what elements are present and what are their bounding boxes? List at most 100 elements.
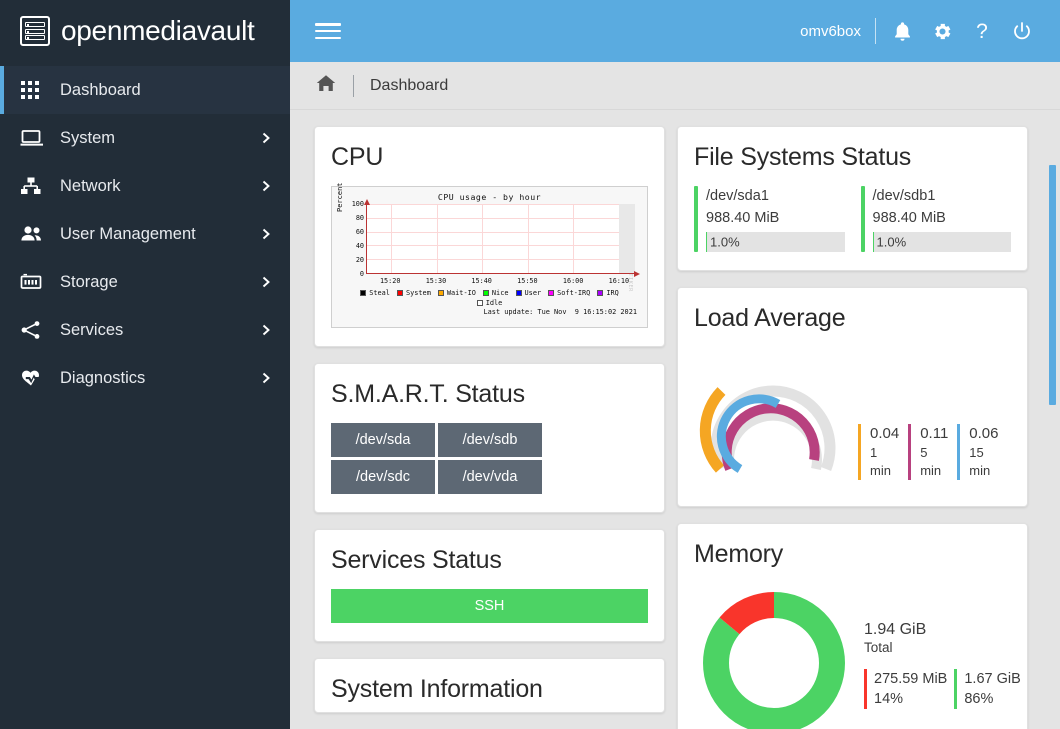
load-label: 15 min (969, 444, 1002, 479)
storage-drive-icon (20, 270, 46, 294)
sidebar-item-label: System (60, 129, 260, 148)
server-rack-icon (20, 16, 50, 46)
sidebar-item-label: Dashboard (60, 81, 272, 100)
memory-total-value: 1.94 GiB (864, 621, 1028, 639)
memory-widget-title: Memory (694, 540, 1011, 569)
smart-device-chip[interactable]: /dev/sdc (331, 460, 435, 494)
filesystem-body: /dev/sdb1 988.40 MiB 1.0% (873, 186, 1012, 252)
y-tick: 40 (356, 242, 364, 250)
chart-plot-area: Percent RRDTOOL / TOBI OETIKER 100 80 60… (366, 204, 635, 274)
legend-item: Wait-IO (438, 289, 476, 297)
grid-apps-icon (20, 78, 46, 102)
smart-device-chip[interactable]: /dev/sdb (438, 423, 542, 457)
y-tick: 20 (356, 256, 364, 264)
notifications-bell-icon[interactable] (882, 11, 922, 51)
filesystem-usage-bar: 1.0% (706, 232, 845, 252)
memory-widget: Memory 1.94 GiB (677, 523, 1028, 729)
current-user-label: omv6box (800, 23, 861, 40)
hamburger-menu-icon[interactable] (315, 20, 341, 42)
main-area: omv6box ? (290, 0, 1060, 729)
scrollbar-thumb[interactable] (1049, 165, 1056, 405)
sidebar-item-dashboard[interactable]: Dashboard (0, 66, 290, 114)
filesystem-size: 988.40 MiB (873, 208, 1012, 230)
load-label: 1 min (870, 444, 899, 479)
home-icon[interactable] (315, 72, 337, 99)
settings-gear-icon[interactable] (922, 11, 962, 51)
help-question-icon[interactable]: ? (962, 11, 1002, 51)
dashboard-content: CPU CPU usage - by hour Percent RRDTOOL … (290, 110, 1060, 729)
legend-item: Nice (483, 289, 509, 297)
content-scrollbar[interactable] (1048, 110, 1057, 729)
smart-device-list: /dev/sda /dev/sdb /dev/sdc /dev/vda (331, 423, 648, 494)
chart-gridlines (366, 204, 635, 274)
status-accent-bar (694, 186, 698, 252)
legend-item: IRQ (597, 289, 618, 297)
chevron-right-icon (260, 180, 272, 192)
memory-percent: 14% (874, 689, 947, 709)
chart-last-update: Last update: Tue Nov 9 16:15:02 2021 (332, 307, 647, 316)
smart-device-chip[interactable]: /dev/sda (331, 423, 435, 457)
load-average-entry: 0.04 1 min (858, 424, 908, 479)
chevron-right-icon (260, 132, 272, 144)
share-nodes-icon (20, 318, 46, 342)
chevron-right-icon (260, 276, 272, 288)
y-tick: 0 (360, 270, 364, 278)
legend-label: User (525, 289, 542, 297)
memory-legend: 275.59 MiB 14% 1.67 GiB 86% (864, 669, 1028, 710)
y-tick: 80 (356, 214, 364, 222)
x-tick: 15:30 (426, 277, 446, 285)
memory-value: 275.59 MiB (874, 669, 947, 689)
memory-details: 1.94 GiB Total 275.59 MiB 14% 1.67 GiB (864, 621, 1028, 710)
load-average-widget-title: Load Average (694, 304, 1011, 333)
breadcrumb-current: Dashboard (370, 77, 448, 95)
cpu-usage-chart: CPU usage - by hour Percent RRDTOOL / TO… (331, 186, 648, 328)
sidebar-item-system[interactable]: System (0, 114, 290, 162)
filesystem-device: /dev/sda1 (706, 186, 845, 208)
chevron-right-icon (260, 324, 272, 336)
legend-label: IRQ (606, 289, 618, 297)
smart-device-chip[interactable]: /dev/vda (438, 460, 542, 494)
filesystem-usage-label: 1.0% (877, 234, 907, 249)
brand-name: openmediavault (61, 15, 255, 47)
sidebar-item-storage[interactable]: Storage (0, 258, 290, 306)
x-tick: 15:50 (517, 277, 537, 285)
filesystem-list: /dev/sda1 988.40 MiB 1.0% (694, 186, 1011, 252)
cpu-widget-title: CPU (331, 143, 648, 172)
service-chip-ssh[interactable]: SSH (331, 589, 648, 623)
x-tick: 15:40 (471, 277, 491, 285)
status-accent-bar (861, 186, 865, 252)
smart-widget-title: S.M.A.R.T. Status (331, 380, 648, 409)
sidebar-item-user-management[interactable]: User Management (0, 210, 290, 258)
memory-entry-free: 1.67 GiB 86% (954, 669, 1027, 710)
filesystem-item[interactable]: /dev/sdb1 988.40 MiB 1.0% (861, 186, 1012, 252)
breadcrumb: Dashboard (290, 62, 1060, 110)
memory-value: 1.67 GiB (964, 669, 1020, 689)
filesystem-body: /dev/sda1 988.40 MiB 1.0% (706, 186, 845, 252)
filesystem-item[interactable]: /dev/sda1 988.40 MiB 1.0% (694, 186, 845, 252)
memory-body: 1.94 GiB Total 275.59 MiB 14% 1.67 GiB (694, 583, 1011, 729)
cpu-widget: CPU CPU usage - by hour Percent RRDTOOL … (314, 126, 665, 347)
sidebar-item-services[interactable]: Services (0, 306, 290, 354)
filesystem-device: /dev/sdb1 (873, 186, 1012, 208)
chart-x-ticks: 15:20 15:30 15:40 15:50 16:00 16:10 (366, 277, 635, 287)
filesystems-widget-title: File Systems Status (694, 143, 1011, 172)
monitor-icon (20, 126, 46, 150)
sidebar: openmediavault Dashboard (0, 0, 290, 729)
sidebar-item-network[interactable]: Network (0, 162, 290, 210)
sidebar-item-label: Diagnostics (60, 369, 260, 388)
filesystem-size: 988.40 MiB (706, 208, 845, 230)
memory-percent: 86% (964, 689, 1020, 709)
legend-item: Steal (360, 289, 390, 297)
load-average-gauge (694, 347, 852, 492)
legend-item: Soft-IRQ (548, 289, 590, 297)
widget-column-left: CPU CPU usage - by hour Percent RRDTOOL … (314, 126, 665, 713)
load-value: 0.04 (870, 424, 899, 444)
sidebar-item-diagnostics[interactable]: Diagnostics (0, 354, 290, 402)
chart-y-ticks: 100 80 60 40 20 0 (342, 204, 364, 274)
chevron-right-icon (260, 228, 272, 240)
filesystems-status-widget: File Systems Status /dev/sda1 988.40 MiB (677, 126, 1028, 271)
filesystem-usage-label: 1.0% (710, 234, 740, 249)
brand-logo[interactable]: openmediavault (0, 0, 290, 62)
chart-legend: Steal System Wait-IO Nice User Soft-IRQ … (332, 289, 647, 297)
power-icon[interactable] (1002, 11, 1042, 51)
